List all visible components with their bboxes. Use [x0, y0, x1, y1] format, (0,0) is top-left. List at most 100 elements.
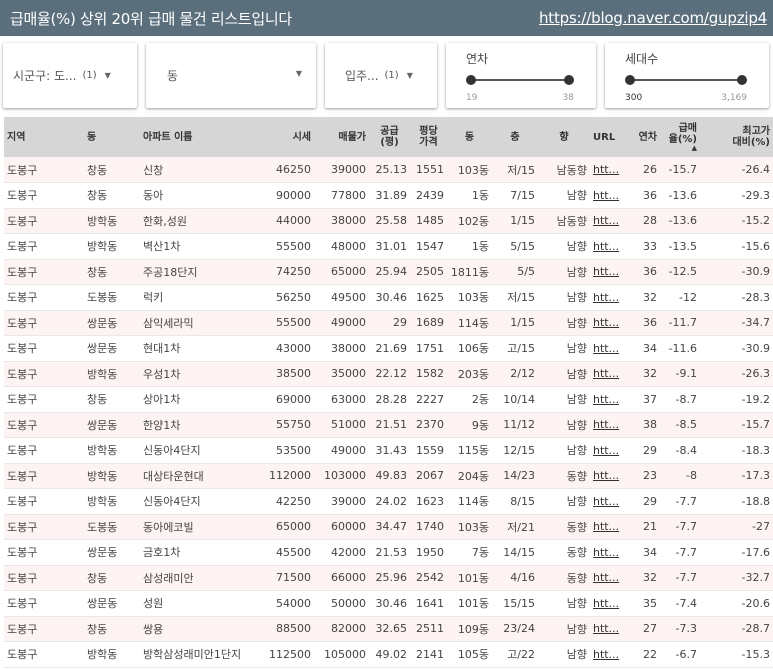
cell-dong: 창동: [87, 163, 108, 177]
cell-floor: 2/12: [510, 367, 535, 381]
table-row[interactable]: 도봉구 창동 주공18단지 74250 65000 25.94 2505 1811동 5/5 남향…: [4, 259, 773, 285]
table-row[interactable]: 도봉구 창동 삼성래미안 71500 66000 25.96 2542 101동 4/16 동향 h…: [4, 565, 773, 591]
table-row[interactable]: 도봉구 방학동 벽산1차 55500 48000 31.01 1547 1동 5/15 남향 htt…: [4, 233, 773, 260]
cell-apt: 신창: [143, 163, 164, 177]
cell-url[interactable]: htt...: [590, 514, 623, 540]
cell-listing: 63000: [331, 392, 366, 406]
sigungu-dropdown[interactable]: 시군구: 도... (1) ▼: [3, 43, 137, 108]
year-slider-max-handle[interactable]: [564, 75, 574, 85]
cell-building: 1811동: [450, 265, 489, 279]
table-row[interactable]: 도봉구 쌍문동 삼익세라믹 55500 49000 29 1689 114동 1/15 남향 htt…: [4, 310, 773, 336]
cell-apt: 삼익세라믹: [143, 316, 194, 330]
cell-url[interactable]: htt...: [590, 259, 623, 285]
year-slider-min-handle[interactable]: [466, 75, 476, 85]
cell-url[interactable]: htt...: [590, 591, 623, 617]
households-slider-track[interactable]: [628, 79, 743, 81]
cell-region: 도봉구: [7, 163, 38, 177]
cell-dong: 창동: [87, 265, 108, 279]
households-slider-max-handle[interactable]: [737, 75, 747, 85]
cell-building: 115동: [457, 444, 489, 458]
table-row[interactable]: 도봉구 창동 쌍용 88500 82000 32.65 2511 109동 23/24 남향 htt…: [4, 616, 773, 642]
table-row[interactable]: 도봉구 쌍문동 한양1차 55750 51000 21.51 2370 9동 11/12 남향 ht…: [4, 412, 773, 438]
col-header-building[interactable]: 동: [447, 117, 492, 157]
col-header-direction[interactable]: 향: [538, 117, 590, 157]
households-slider[interactable]: 세대수 300 3,169: [605, 43, 769, 108]
year-slider-label: 연차: [466, 52, 489, 66]
col-header-pyeong-line1: 평당: [419, 126, 438, 137]
col-header-dong[interactable]: 동: [84, 117, 140, 157]
table-row[interactable]: 도봉구 창동 동아 90000 77800 31.89 2439 1동 7/15 남향 htt...…: [4, 182, 773, 209]
table-row[interactable]: 도봉구 방학동 신동아4단지 42250 39000 24.02 1623 114동 8/15 남…: [4, 488, 773, 515]
table-row[interactable]: 도봉구 도봉동 동아에코빌 65000 60000 34.47 1740 103동 저/21 동향…: [4, 514, 773, 540]
cell-direction: 남향: [566, 495, 587, 509]
cell-url[interactable]: htt...: [590, 387, 623, 413]
table-row[interactable]: 도봉구 창동 신창 46250 39000 25.13 1551 103동 저/15 남동향 htt…: [4, 157, 773, 183]
cell-price: 44000: [276, 214, 311, 228]
cell-url[interactable]: htt...: [590, 642, 623, 668]
cell-url[interactable]: htt...: [590, 565, 623, 591]
ipju-dropdown[interactable]: 입주... (1) ▼: [325, 43, 437, 108]
table-row[interactable]: 도봉구 방학동 우성1차 38500 35000 22.12 1582 203동 2/12 남향 h…: [4, 361, 773, 387]
blog-link[interactable]: https://blog.naver.com/gupzip4: [539, 9, 767, 27]
cell-url[interactable]: htt...: [590, 336, 623, 362]
col-header-floor[interactable]: 층: [492, 117, 538, 157]
cell-supply: 32.65: [375, 622, 408, 636]
cell-age: 32: [643, 571, 657, 585]
cell-supply: 31.43: [375, 443, 408, 457]
table-row[interactable]: 도봉구 방학동 방학삼성래미안1단지 112500 105000 49.02 2141 105…: [4, 641, 773, 668]
cell-url[interactable]: htt...: [590, 616, 623, 642]
col-header-region[interactable]: 지역: [4, 117, 84, 157]
col-header-rate[interactable]: 급매 율(%) ▲: [660, 117, 700, 157]
table-row[interactable]: 도봉구 창동 상아1차 69000 63000 28.28 2227 2동 10/14 남향 htt…: [4, 386, 773, 413]
col-header-high-line1: 최고가: [742, 126, 770, 137]
chevron-down-icon: ▼: [406, 71, 413, 80]
table-row[interactable]: 도봉구 쌍문동 금호1차 45500 42000 21.53 1950 7동 14/15 동향 ht…: [4, 539, 773, 566]
ipju-count: (1): [384, 70, 399, 81]
col-header-url[interactable]: URL: [590, 117, 623, 157]
col-header-apt[interactable]: 아파트 이름: [140, 117, 254, 157]
cell-age: 26: [643, 163, 657, 176]
year-slider-track[interactable]: [469, 79, 570, 81]
households-slider-min-handle[interactable]: [625, 75, 635, 85]
cell-url[interactable]: htt...: [590, 234, 623, 260]
col-header-price[interactable]: 시세: [254, 117, 314, 157]
cell-floor: 14/15: [503, 545, 535, 559]
table-row[interactable]: 도봉구 방학동 한화,성원 44000 38000 25.58 1485 102동 1/15 남동…: [4, 208, 773, 234]
col-header-high[interactable]: 최고가 대비(%): [700, 117, 773, 157]
cell-url[interactable]: htt...: [590, 438, 623, 464]
cell-url[interactable]: htt...: [590, 540, 623, 566]
cell-url[interactable]: htt...: [590, 412, 623, 438]
cell-high: -15.2: [741, 214, 770, 228]
col-header-listing[interactable]: 매물가: [314, 117, 369, 157]
cell-supply: 49.83: [375, 469, 408, 483]
households-min-value: 300: [625, 93, 643, 103]
cell-price: 69000: [276, 392, 311, 406]
cell-url[interactable]: htt...: [590, 489, 623, 515]
cell-age: 29: [643, 494, 657, 508]
cell-rate: -15.7: [668, 163, 697, 176]
cell-high: -19.2: [741, 392, 770, 406]
dong-dropdown[interactable]: 동 ▼: [146, 43, 316, 108]
cell-url[interactable]: htt...: [590, 183, 623, 209]
cell-pyeong: 1559: [416, 443, 444, 457]
cell-direction: 남향: [566, 316, 587, 330]
cell-url[interactable]: htt...: [590, 208, 623, 234]
table-row[interactable]: 도봉구 쌍문동 현대1차 43000 38000 21.69 1751 106동 고/15 남향 h…: [4, 335, 773, 362]
col-header-age[interactable]: 연차: [623, 117, 660, 157]
cell-direction: 남향: [566, 393, 587, 407]
cell-high: -28.7: [741, 622, 770, 636]
cell-url[interactable]: htt...: [590, 361, 623, 387]
table-row[interactable]: 도봉구 도봉동 럭키 56250 49500 30.46 1625 103동 저/15 남향 htt…: [4, 284, 773, 311]
col-header-pyeong[interactable]: 평당 가격: [410, 117, 447, 157]
cell-pyeong: 2227: [416, 392, 444, 406]
cell-listing: 49500: [331, 290, 366, 304]
cell-url[interactable]: htt...: [590, 157, 623, 183]
table-row[interactable]: 도봉구 방학동 신동아4단지 53500 49000 31.43 1559 115동 12/15…: [4, 437, 773, 464]
year-slider[interactable]: 연차 19 38: [446, 43, 596, 108]
cell-url[interactable]: htt...: [590, 310, 623, 336]
col-header-supply[interactable]: 공급 (평): [369, 117, 410, 157]
cell-url[interactable]: htt...: [590, 285, 623, 311]
cell-url[interactable]: htt...: [590, 463, 623, 489]
table-row[interactable]: 도봉구 방학동 대상타운현대 112000 103000 49.83 2067 204동 14/…: [4, 463, 773, 489]
table-row[interactable]: 도봉구 쌍문동 성원 54000 50000 30.46 1641 101동 15/15 남향 ht…: [4, 590, 773, 617]
